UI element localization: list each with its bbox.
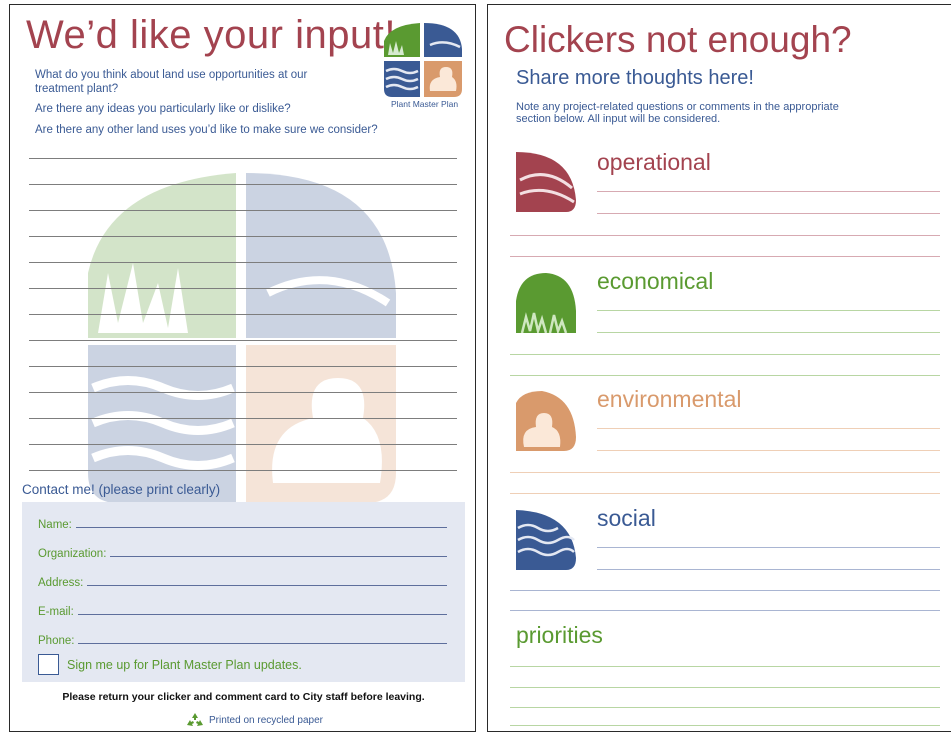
comment-line[interactable] (510, 707, 940, 708)
comment-line[interactable] (29, 184, 457, 185)
section-heading-operational: operational (597, 149, 711, 175)
comment-line[interactable] (29, 392, 457, 393)
contact-form: Name: Organization: Address: E-mail: Pho… (22, 502, 465, 682)
comment-line[interactable] (510, 493, 940, 494)
comment-line[interactable] (597, 569, 940, 570)
address-label: Address: (38, 577, 84, 589)
question-ideas: Are there any ideas you particularly lik… (35, 103, 291, 115)
comment-line[interactable] (510, 590, 940, 591)
logo-watermark-icon (88, 173, 396, 503)
phone-field[interactable]: Phone: (38, 629, 447, 647)
question-other-uses: Are there any other land uses you’d like… (35, 124, 378, 136)
signup-label: Sign me up for Plant Master Plan updates… (67, 658, 302, 672)
comment-line[interactable] (597, 547, 940, 548)
card-title: Clickers not enough? (504, 19, 852, 60)
comment-line[interactable] (510, 725, 940, 726)
comment-line[interactable] (510, 256, 940, 257)
recycled-note: Printed on recycled paper (186, 712, 323, 728)
phone-input-line[interactable] (78, 643, 447, 644)
organization-input-line[interactable] (110, 556, 447, 557)
comment-line[interactable] (510, 610, 940, 611)
comment-line[interactable] (510, 375, 940, 376)
section-heading-priorities: priorities (516, 622, 603, 648)
email-label: E-mail: (38, 606, 74, 618)
comment-line[interactable] (597, 191, 940, 192)
card-subtitle: Share more thoughts here! (516, 67, 754, 89)
duck-icon (516, 391, 576, 451)
contact-title: Contact me! (please print clearly) (22, 482, 221, 497)
phone-label: Phone: (38, 635, 75, 647)
email-input-line[interactable] (77, 614, 447, 615)
comment-line[interactable] (29, 340, 457, 341)
return-note: Please return your clicker and comment c… (62, 691, 425, 703)
water-waves-icon (516, 510, 576, 570)
comment-line[interactable] (597, 310, 940, 311)
comment-line[interactable] (597, 213, 940, 214)
comment-line[interactable] (510, 472, 940, 473)
comment-line[interactable] (29, 236, 457, 237)
address-input-line[interactable] (87, 585, 447, 586)
comment-line[interactable] (597, 428, 940, 429)
organization-label: Organization: (38, 548, 107, 560)
recycled-label: Printed on recycled paper (209, 714, 323, 726)
email-field[interactable]: E-mail: (38, 600, 447, 618)
comment-line[interactable] (597, 332, 940, 333)
recycle-icon (187, 713, 203, 726)
comment-line[interactable] (29, 262, 457, 263)
comment-line[interactable] (510, 666, 940, 667)
organization-field[interactable]: Organization: (38, 542, 447, 560)
name-input-line[interactable] (75, 527, 447, 528)
name-field[interactable]: Name: (38, 513, 447, 531)
comment-line[interactable] (29, 158, 457, 159)
comment-line[interactable] (29, 314, 457, 315)
section-heading-social: social (597, 505, 656, 531)
name-label: Name: (38, 519, 72, 531)
comment-line[interactable] (29, 444, 457, 445)
grass-field-icon (516, 273, 576, 333)
comment-line[interactable] (29, 288, 457, 289)
comment-line[interactable] (29, 210, 457, 211)
comment-card-back: Clickers not enough? Share more thoughts… (487, 4, 951, 732)
comment-line[interactable] (29, 418, 457, 419)
comment-line[interactable] (510, 687, 940, 688)
comment-line[interactable] (597, 450, 940, 451)
comment-line[interactable] (510, 235, 940, 236)
plant-master-plan-logo: Plant Master Plan (382, 19, 467, 113)
signup-checkbox[interactable] (38, 654, 59, 675)
logo-caption: Plant Master Plan (390, 99, 459, 109)
instructions-note: Note any project-related questions or co… (516, 101, 839, 125)
logo-mark-icon (384, 23, 462, 97)
comment-card-front: We’d like your input! What do you think … (9, 4, 476, 732)
address-field[interactable]: Address: (38, 571, 447, 589)
section-heading-economical: economical (597, 268, 714, 294)
comment-line[interactable] (29, 470, 457, 471)
plant-tank-icon (516, 152, 576, 212)
question-land-use: What do you think about land use opportu… (35, 69, 308, 95)
card-title: We’d like your input! (26, 13, 396, 57)
section-heading-environmental: environmental (597, 386, 742, 412)
comment-line[interactable] (29, 366, 457, 367)
comment-line[interactable] (510, 354, 940, 355)
